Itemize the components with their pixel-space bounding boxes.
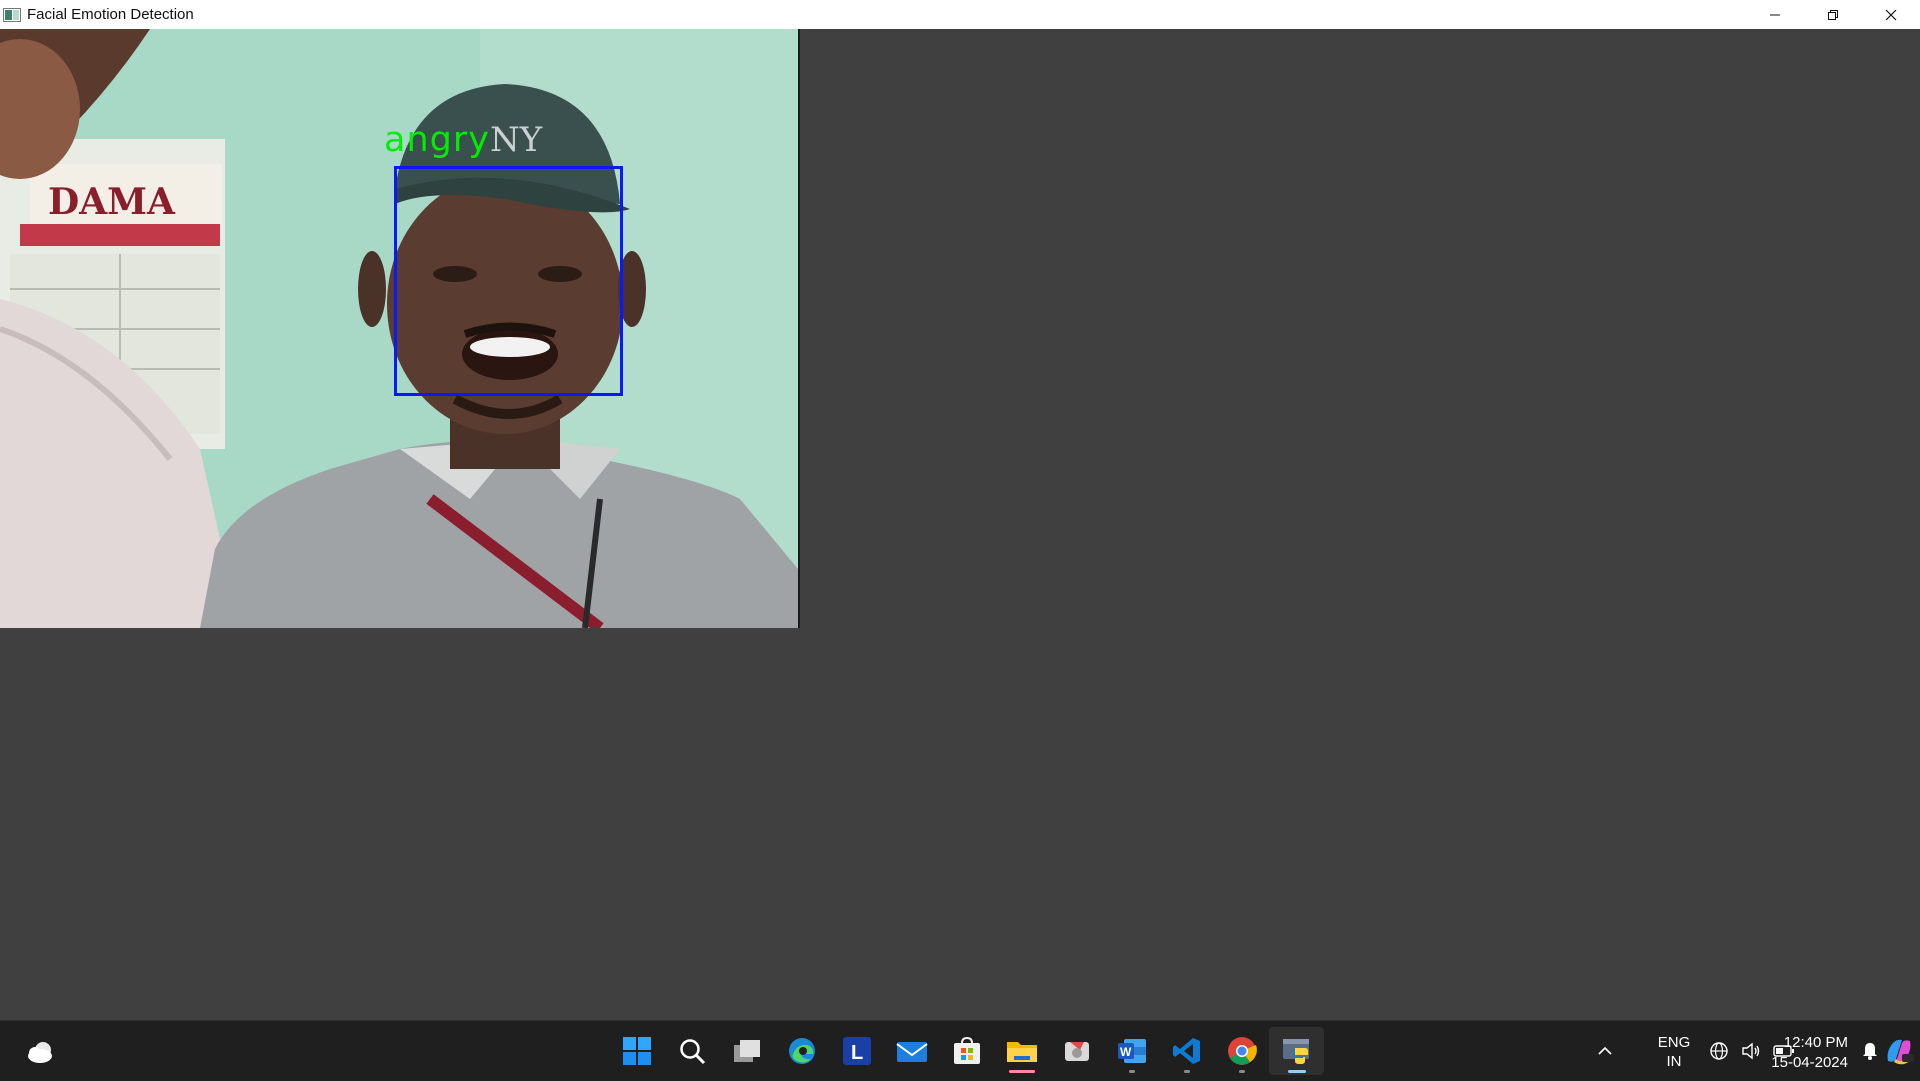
active-indicator <box>1287 1070 1306 1073</box>
clock-date: 15-04-2024 <box>1771 1054 1848 1071</box>
network-globe-icon <box>1710 1042 1728 1060</box>
windows-start-icon <box>622 1037 651 1065</box>
search-icon <box>679 1039 705 1065</box>
taskbar-store[interactable] <box>939 1027 994 1075</box>
store-icon <box>953 1036 980 1064</box>
running-indicator <box>1128 1070 1135 1073</box>
clock-time: 12:40 PM <box>1783 1034 1848 1051</box>
webcam-video-frame: DAMA NY angry <box>0 29 800 628</box>
language-region: IN <box>1666 1053 1682 1070</box>
taskbar-apps: L W <box>609 1027 1324 1075</box>
restore-button[interactable] <box>1804 0 1862 29</box>
restore-icon <box>1828 9 1838 20</box>
taskbar-file-explorer[interactable] <box>994 1027 1049 1075</box>
emotion-label: angry <box>384 120 490 160</box>
chrome-icon <box>1227 1037 1257 1065</box>
opencv-window-icon <box>3 7 21 22</box>
notification-bell-icon[interactable] <box>1861 1041 1879 1061</box>
task-view-icon <box>733 1040 760 1062</box>
language-code: ENG <box>1657 1034 1691 1051</box>
language-indicator[interactable]: ENG IN <box>1654 1033 1694 1071</box>
running-indicator <box>1183 1070 1190 1073</box>
minimize-icon <box>1770 14 1780 15</box>
taskbar-l-app[interactable]: L <box>829 1027 884 1075</box>
word-icon: W <box>1117 1039 1146 1063</box>
face-bounding-box <box>394 166 623 396</box>
weather-cloud-icon[interactable] <box>26 1037 56 1067</box>
svg-text:W: W <box>1120 1045 1132 1059</box>
running-indicator <box>1238 1070 1245 1073</box>
taskbar-chrome[interactable] <box>1214 1027 1269 1075</box>
taskbar-snipping[interactable] <box>1049 1027 1104 1075</box>
vscode-icon <box>1172 1038 1200 1064</box>
python-icon <box>1282 1039 1309 1064</box>
copilot-icon[interactable] <box>1884 1037 1914 1065</box>
window-title-bar[interactable]: Facial Emotion Detection <box>0 0 1920 30</box>
folder-icon <box>1006 1042 1037 1062</box>
edge-icon <box>788 1038 815 1064</box>
svg-text:NY: NY <box>490 120 543 160</box>
windows-taskbar: L W ENG IN 12:40 PM 15-04-2024 <box>0 1020 1920 1081</box>
taskbar-clock[interactable]: 12:40 PM 15-04-2024 <box>1740 1033 1848 1073</box>
window-client-area: DAMA NY angry <box>0 29 1920 1019</box>
window-title: Facial Emotion Detection <box>27 6 194 23</box>
svg-text:L: L <box>851 1042 863 1064</box>
minimize-button[interactable] <box>1746 0 1804 29</box>
mail-icon <box>895 1042 928 1062</box>
close-icon <box>1885 9 1897 20</box>
taskbar-start[interactable] <box>609 1027 664 1075</box>
taskbar-python[interactable] <box>1269 1027 1324 1075</box>
taskbar-mail[interactable] <box>884 1027 939 1075</box>
poster-sign-text: DAMA <box>48 181 176 223</box>
snipping-icon <box>1064 1042 1089 1061</box>
close-button[interactable] <box>1862 0 1920 29</box>
taskbar-word[interactable]: W <box>1104 1027 1159 1075</box>
l-app-icon: L <box>842 1037 871 1065</box>
taskbar-search[interactable] <box>664 1027 719 1075</box>
taskbar-edge[interactable] <box>774 1027 829 1075</box>
chevron-up-icon[interactable] <box>1597 1043 1613 1059</box>
taskbar-task-view[interactable] <box>719 1027 774 1075</box>
taskbar-vscode[interactable] <box>1159 1027 1214 1075</box>
running-indicator <box>1008 1070 1035 1073</box>
